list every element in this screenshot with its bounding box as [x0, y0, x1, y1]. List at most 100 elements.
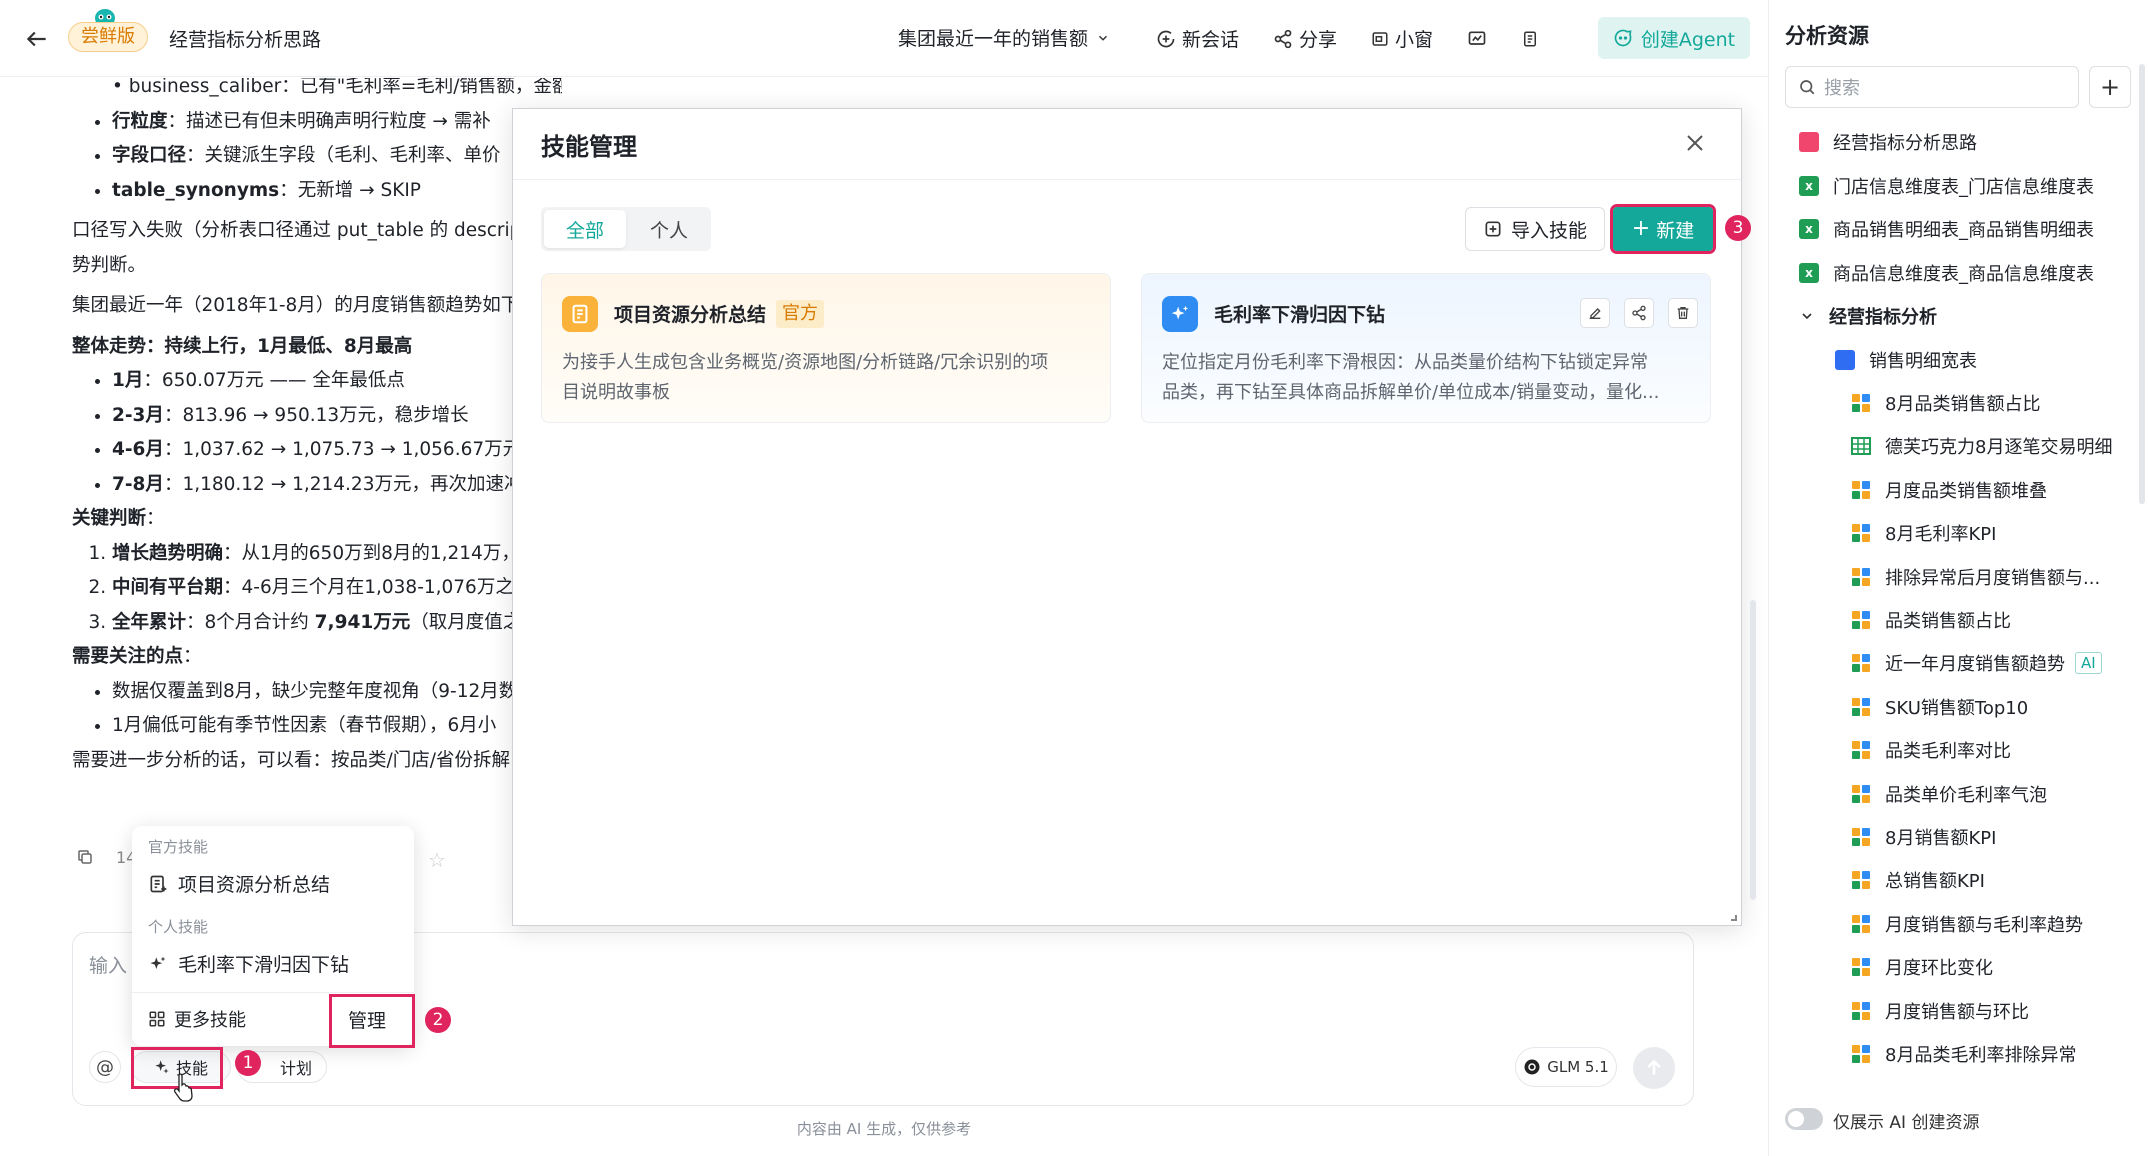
chart-icon [1851, 523, 1871, 543]
doc-icon [1799, 132, 1819, 152]
plan-label: 计划 [279, 1059, 312, 1078]
resource-label: 门店信息维度表_门店信息维度表 [1833, 176, 2094, 198]
toggle-label: 仅展示 AI 创建资源 [1833, 1113, 1980, 1133]
chart-icon [1851, 740, 1871, 760]
tab-personal[interactable]: 个人 [629, 210, 709, 248]
modal-title: 技能管理 [541, 133, 637, 161]
share-button[interactable]: 分享 [1273, 25, 1337, 52]
chart-icon [1851, 914, 1871, 934]
search-input[interactable]: 搜索 [1785, 66, 2079, 108]
small-window-label: 小窗 [1395, 29, 1434, 51]
subfolder-label: 销售明细宽表 [1869, 350, 1977, 372]
chart-resource-label: 品类毛利率对比 [1885, 741, 2011, 763]
skill-card-title: 毛利率下滑归因下钻 [1214, 304, 1386, 326]
new-skill-label: 新建 [1656, 219, 1695, 242]
send-button[interactable] [1633, 1047, 1675, 1089]
skill-card-desc: 定位指定月份毛利率下滑根因：从品类量价结构下钻锁定异常 [1162, 352, 1648, 373]
add-resource-button[interactable]: + [2089, 66, 2131, 108]
trash-icon[interactable] [1668, 298, 1698, 328]
chart-resource-item[interactable]: 近一年月度销售额趋势 AI [1851, 643, 2102, 683]
chart-resource-item[interactable]: 8月品类销售额占比 [1851, 383, 2040, 423]
resource-label: 商品信息维度表_商品信息维度表 [1833, 263, 2094, 285]
resource-item[interactable]: x 门店信息维度表_门店信息维度表 [1799, 166, 2094, 206]
chart-resource-item[interactable]: 排除异常后月度销售额与... [1851, 557, 2100, 597]
personal-skills-header: 个人技能 [148, 918, 209, 936]
resource-item[interactable]: 经营指标分析思路 [1799, 122, 1977, 162]
chart-resource-item[interactable]: 8月毛利率KPI [1851, 513, 1996, 553]
chart-resource-item[interactable]: 8月销售额KPI [1851, 817, 1996, 857]
skill-card[interactable]: 毛利率下滑归因下钻 定位指定月份毛利率下滑根因：从品类量价结构下钻锁定异常 品类… [1141, 273, 1711, 423]
divider [132, 992, 414, 993]
chart-resource-item[interactable]: 月度品类销售额堆叠 [1851, 470, 2047, 510]
notes-button[interactable] [1521, 29, 1539, 49]
small-window-button[interactable]: 小窗 [1371, 25, 1433, 52]
annotation-badge-1: 1 [235, 1050, 261, 1076]
doc-add-icon [148, 874, 168, 894]
chat-message: • business_caliber：已有"毛利率=毛利/销售额，金额均为含税口… [72, 78, 562, 838]
chart-resource-label: 品类单价毛利率气泡 [1885, 784, 2047, 806]
chart-resource-label: 排除异常后月度销售额与... [1885, 567, 2101, 589]
dashboard-button[interactable] [1467, 29, 1487, 49]
share-icon[interactable] [1624, 298, 1654, 328]
chart-icon [1851, 393, 1871, 413]
chart-resource-item[interactable]: 8月品类毛利率排除异常 [1851, 1034, 2076, 1074]
star-icon[interactable]: ☆ [428, 848, 446, 872]
chart-icon [1851, 653, 1871, 673]
edit-icon[interactable] [1580, 298, 1610, 328]
resource-label: 商品销售明细表_商品销售明细表 [1833, 220, 2094, 241]
chart-resource-item[interactable]: 品类单价毛利率气泡 [1851, 774, 2047, 814]
chart-resource-item[interactable]: 月度环比变化 [1851, 947, 1993, 987]
chart-resource-item[interactable]: 总销售额KPI [1851, 860, 1985, 900]
tab-all[interactable]: 全部 [544, 210, 626, 248]
new-skill-button[interactable]: + 新建 [1610, 204, 1716, 254]
page-title: 经营指标分析思路 [169, 29, 322, 51]
skill-management-modal: 技能管理 全部 个人 导入技能 + 新建 3 项目资源分析总结 官方 为接手人生… [512, 108, 1751, 926]
chart-resource-item[interactable]: 品类销售额占比 [1851, 600, 2011, 640]
main-scrollbar[interactable] [1750, 600, 1756, 900]
resize-handle[interactable] [1731, 915, 1737, 921]
search-placeholder: 搜索 [1824, 78, 1860, 99]
input-placeholder[interactable]: 输入 [89, 951, 127, 978]
annotation-badge-3: 3 [1725, 215, 1751, 241]
ai-only-toggle[interactable] [1785, 1108, 1823, 1130]
folder-item[interactable]: 经营指标分析 [1799, 296, 1937, 336]
skill-card[interactable]: 项目资源分析总结 官方 为接手人生成包含业务概览/资源地图/分析链路/冗余识别的… [541, 273, 1111, 423]
chat-paragraph: 口径写入失败（分析表口径通过 put_table 的 descrip [72, 220, 522, 241]
import-icon [1483, 219, 1503, 239]
chat-line: • business_caliber：已有"毛利率=毛利/销售额，金额均为含税口… [112, 78, 562, 97]
new-chat-button[interactable]: 新会话 [1156, 25, 1239, 52]
chart-monitor-icon [1467, 29, 1487, 49]
session-title-dropdown[interactable]: 集团最近一年的销售额 [898, 24, 1110, 51]
tab-group: 全部 个人 [541, 207, 711, 251]
mention-button[interactable]: @ [89, 1051, 121, 1083]
more-skills-button[interactable]: 更多技能 [148, 1006, 246, 1032]
chart-resource-item[interactable]: 德芙巧克力8月逐笔交易明细 [1851, 426, 2112, 466]
resource-item[interactable]: x 商品销售明细表_商品销售明细表 [1799, 209, 2094, 249]
resource-item[interactable]: x 商品信息维度表_商品信息维度表 [1799, 253, 2094, 293]
chart-icon [1851, 827, 1871, 847]
chart-resource-item[interactable]: 品类毛利率对比 [1851, 730, 2011, 770]
chat-line: table_synonyms：无新增 → SKIP [112, 174, 562, 209]
create-agent-button[interactable]: 创建Agent [1598, 17, 1750, 59]
back-arrow-icon[interactable] [24, 26, 50, 52]
popup-item-personal[interactable]: 毛利率下滑归因下钻 [148, 950, 349, 977]
chat-line: 1月：650.07万元 —— 全年最低点 [112, 364, 562, 399]
chart-resource-item[interactable]: 月度销售额与环比 [1851, 991, 2029, 1031]
annotation-box-manage [329, 994, 415, 1048]
chart-resource-item[interactable]: 月度销售额与毛利率趋势 [1851, 904, 2083, 944]
session-title: 集团最近一年的销售额 [898, 28, 1089, 50]
chart-resource-label: 8月品类销售额占比 [1885, 394, 2041, 415]
folder-label: 经营指标分析 [1829, 307, 1937, 328]
panel-scrollbar[interactable] [2139, 64, 2145, 504]
new-chat-icon [1156, 29, 1176, 49]
subfolder-item[interactable]: 销售明细宽表 [1835, 340, 1977, 380]
model-selector[interactable]: GLM 5.1 [1515, 1047, 1617, 1087]
chart-resource-item[interactable]: SKU销售额Top10 [1851, 687, 2028, 727]
chart-resource-label: 月度品类销售额堆叠 [1885, 480, 2047, 502]
popup-item-label: 毛利率下滑归因下钻 [178, 954, 350, 976]
close-icon[interactable] [1683, 131, 1707, 155]
popup-item-official[interactable]: 项目资源分析总结 [148, 870, 330, 897]
import-skill-button[interactable]: 导入技能 [1465, 207, 1605, 251]
copy-icon[interactable] [76, 848, 94, 866]
excel-icon: x [1799, 175, 1819, 196]
